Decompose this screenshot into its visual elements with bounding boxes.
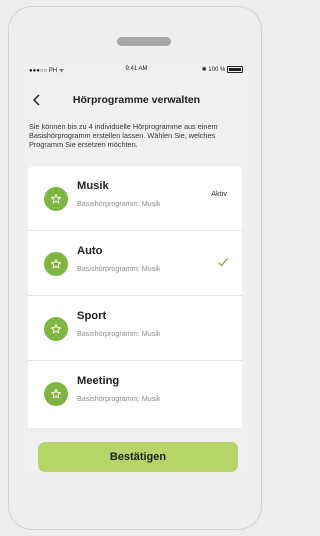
program-name: Meeting — [77, 375, 120, 387]
star-icon-badge — [44, 317, 68, 341]
description-text: Sie können bis zu 4 individuelle Hörprog… — [29, 122, 218, 150]
program-name: Auto — [77, 245, 103, 257]
program-item[interactable]: Auto Basishörprogramm: Musik — [28, 231, 242, 296]
confirm-button[interactable]: Bestätigen — [38, 442, 238, 472]
program-list: Musik Basishörprogramm: Musik Aktiv Auto Bas… — [28, 166, 242, 456]
program-item[interactable]: Musik Basishörprogramm: Musik Aktiv — [28, 166, 242, 231]
star-icon — [51, 259, 61, 269]
star-icon-badge — [44, 187, 68, 211]
star-icon — [51, 194, 61, 204]
program-item[interactable]: Meeting Basishörprogramm: Musik — [28, 361, 242, 426]
page-title: Hörprogramme verwalten — [72, 94, 201, 106]
status-bar: ●●●○○ PH ᯤ 9:41 AM ✱ 100 % — [24, 65, 249, 77]
program-subtitle: Basishörprogramm: Musik — [77, 329, 161, 338]
checkmark-icon — [217, 255, 229, 267]
star-icon — [51, 389, 61, 399]
program-subtitle: Basishörprogramm: Musik — [77, 264, 161, 273]
speaker-grille — [117, 37, 171, 46]
program-status: Aktiv — [211, 189, 227, 198]
phone-frame: ●●●○○ PH ᯤ 9:41 AM ✱ 100 % Hörprogramme … — [8, 6, 262, 530]
nav-bar: Hörprogramme verwalten — [24, 88, 249, 112]
program-subtitle: Basishörprogramm: Musik — [77, 394, 161, 403]
star-icon — [51, 324, 61, 334]
screen: ●●●○○ PH ᯤ 9:41 AM ✱ 100 % Hörprogramme … — [24, 60, 249, 475]
program-name: Musik — [77, 180, 109, 192]
battery-label: ✱ 100 % — [201, 67, 226, 74]
program-subtitle: Basishörprogramm: Musik — [77, 199, 161, 208]
program-name: Sport — [77, 310, 107, 322]
program-item[interactable]: Sport Basishörprogramm: Musik — [28, 296, 242, 361]
star-icon-badge — [44, 382, 68, 406]
star-icon-badge — [44, 252, 68, 276]
battery-status: ✱ 100 % — [202, 66, 243, 73]
battery-icon — [227, 66, 243, 73]
